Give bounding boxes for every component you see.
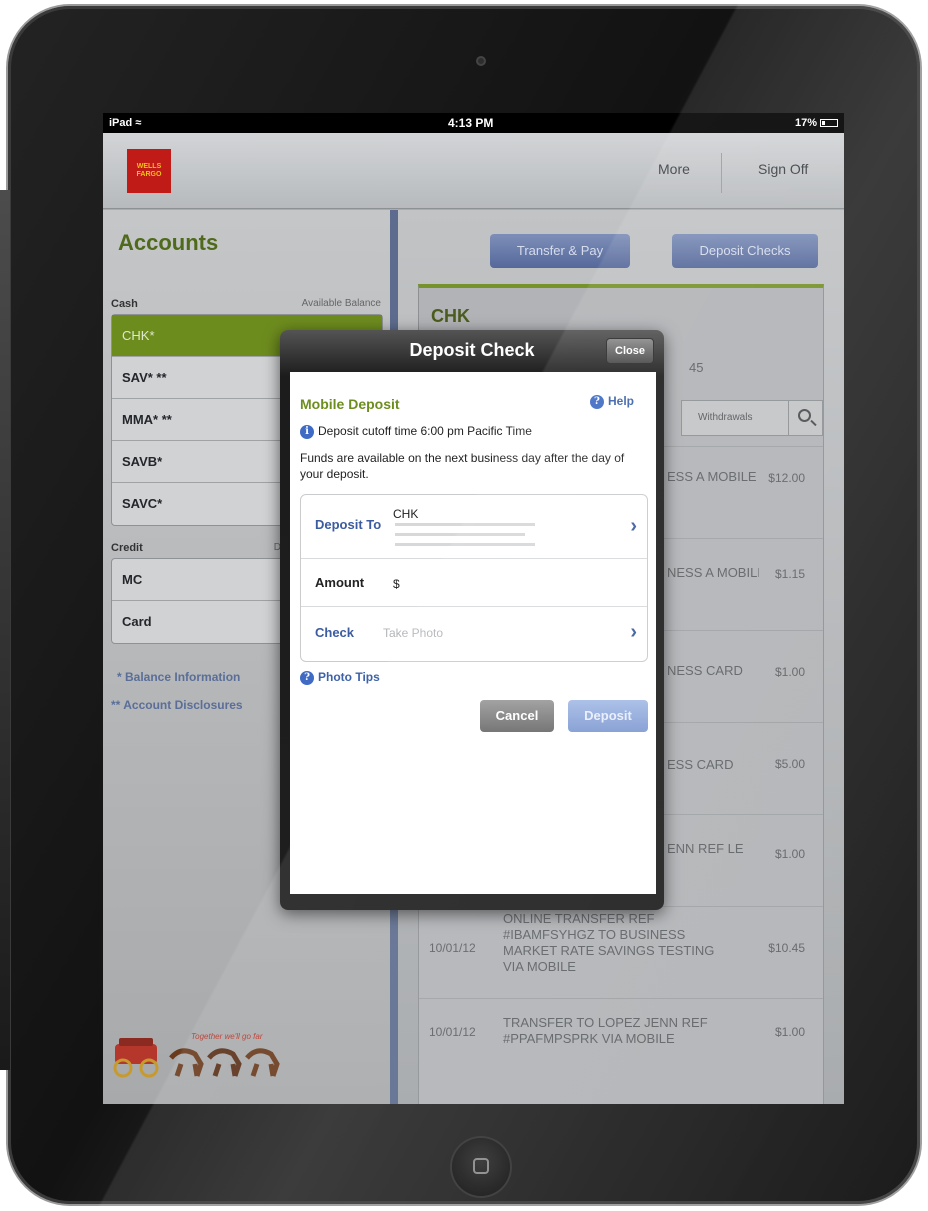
funds-availability-text: Funds are available on the next business… <box>300 451 625 481</box>
transaction-amount: $1.00 <box>774 1025 805 1039</box>
transaction-description: ESS A MOBILE <box>667 469 757 484</box>
sign-off-button[interactable]: Sign Off <box>758 161 808 177</box>
transaction-description: ONLINE TRANSFER REF #IBAMFSYHGZ TO BUSIN… <box>503 911 715 974</box>
photo-tips-link[interactable]: ? Photo Tips <box>300 670 380 685</box>
clock: 4:13 PM <box>448 116 494 130</box>
deposit-to-row[interactable]: Deposit To CHK › <box>301 495 647 559</box>
chevron-right-icon: › <box>630 515 637 537</box>
carrier-label: iPad ≈ <box>109 117 142 129</box>
help-label: Help <box>607 394 634 408</box>
screen: iPad ≈ 4:13 PM 17% WELLS FARGO More Sign… <box>103 113 844 1104</box>
info-icon: i <box>300 424 314 439</box>
credit-label: Credit <box>111 542 143 554</box>
account-title: CHK <box>431 306 470 326</box>
cash-group-header: Cash Available Balance <box>111 298 381 310</box>
transaction-date: 10/01/12 <box>429 941 476 955</box>
transaction-filter-bar: Withdrawals <box>681 400 823 436</box>
transaction-amount: $12.00 <box>768 471 805 485</box>
cancel-button[interactable]: Cancel <box>480 700 554 732</box>
search-icon <box>798 409 811 422</box>
transaction-description: ESS CARD <box>667 757 734 772</box>
check-row[interactable]: Check Take Photo › <box>301 607 647 661</box>
camera-icon <box>476 56 486 66</box>
account-limit-info <box>395 543 535 546</box>
balance-information-link[interactable]: * Balance Information <box>117 670 240 684</box>
transaction-date: 10/01/12 <box>429 1025 476 1039</box>
accounts-title: Accounts <box>118 230 219 255</box>
transaction-description: NESS CARD <box>667 663 743 678</box>
search-icon-handle <box>810 419 817 427</box>
transaction-amount: $1.15 <box>774 567 805 581</box>
wells-fargo-logo: WELLS FARGO <box>127 149 171 193</box>
help-icon: ? <box>300 670 314 685</box>
chevron-right-icon: › <box>630 621 637 643</box>
background-edge <box>0 190 10 1070</box>
transaction-amount: $1.00 <box>774 847 805 861</box>
cutoff-text: Deposit cutoff time 6:00 pm Pacific Time <box>318 424 532 438</box>
deposit-to-label: Deposit To <box>315 517 382 532</box>
divider <box>721 153 722 193</box>
transaction-row[interactable]: 10/01/12 ONLINE TRANSFER REF #IBAMFSYHGZ… <box>419 906 823 998</box>
transaction-amount: $10.45 <box>768 941 805 955</box>
transfer-pay-button[interactable]: Transfer & Pay <box>490 234 630 268</box>
deposit-button[interactable]: Deposit <box>568 700 648 732</box>
transaction-amount: $5.00 <box>774 757 805 771</box>
cash-label: Cash <box>111 298 138 310</box>
deposit-form: Deposit To CHK › Amount $ Check Take Pho… <box>300 494 648 662</box>
check-label: Check <box>315 625 355 640</box>
battery-icon <box>820 119 838 128</box>
search-button[interactable] <box>788 401 824 435</box>
home-square-icon <box>473 1158 489 1174</box>
help-link[interactable]: ? Help <box>589 394 634 409</box>
deposit-to-account: CHK <box>393 507 419 521</box>
filter-dropdown[interactable]: Withdrawals <box>698 412 752 423</box>
photo-tips-label: Photo Tips <box>318 670 380 684</box>
account-disclosures-link[interactable]: ** Account Disclosures <box>111 698 243 712</box>
transaction-description: ENN REF LE <box>667 841 744 856</box>
mobile-deposit-heading: Mobile Deposit <box>300 396 400 412</box>
account-balance: 45 <box>689 360 704 375</box>
stagecoach-logo-icon <box>113 1038 280 1078</box>
transaction-amount: $1.00 <box>774 665 805 679</box>
more-button[interactable]: More <box>658 161 690 177</box>
transaction-description: NESS A MOBILE <box>667 565 759 580</box>
amount-label: Amount <box>315 575 365 590</box>
take-photo-placeholder: Take Photo <box>383 626 444 640</box>
account-limit-info <box>395 523 535 526</box>
amount-input[interactable]: $ <box>393 577 400 591</box>
cutoff-notice: i Deposit cutoff time 6:00 pm Pacific Tim… <box>300 424 532 439</box>
modal-body: Mobile Deposit ? Help i Deposit cutoff tim… <box>290 372 656 894</box>
wifi-icon: ≈ <box>135 117 142 129</box>
transaction-description: TRANSFER TO LOPEZ JENN REF #PPAFMPSPRK V… <box>503 1015 708 1046</box>
close-button[interactable]: Close <box>606 338 654 364</box>
top-bar: WELLS FARGO More Sign Off <box>103 133 844 209</box>
amount-row[interactable]: Amount $ <box>301 559 647 607</box>
battery-indicator: 17% <box>795 117 838 129</box>
home-button[interactable] <box>452 1138 510 1196</box>
account-limit-info <box>395 533 525 536</box>
transaction-row[interactable]: 10/01/12 TRANSFER TO LOPEZ JENN REF #PPA… <box>419 998 823 1104</box>
deposit-checks-button[interactable]: Deposit Checks <box>672 234 818 268</box>
help-icon: ? <box>589 394 604 409</box>
available-balance-label: Available Balance <box>301 298 381 309</box>
deposit-check-modal: Deposit Check Close Mobile Deposit ? Help… <box>280 330 664 910</box>
status-bar: iPad ≈ 4:13 PM 17% <box>103 113 844 133</box>
